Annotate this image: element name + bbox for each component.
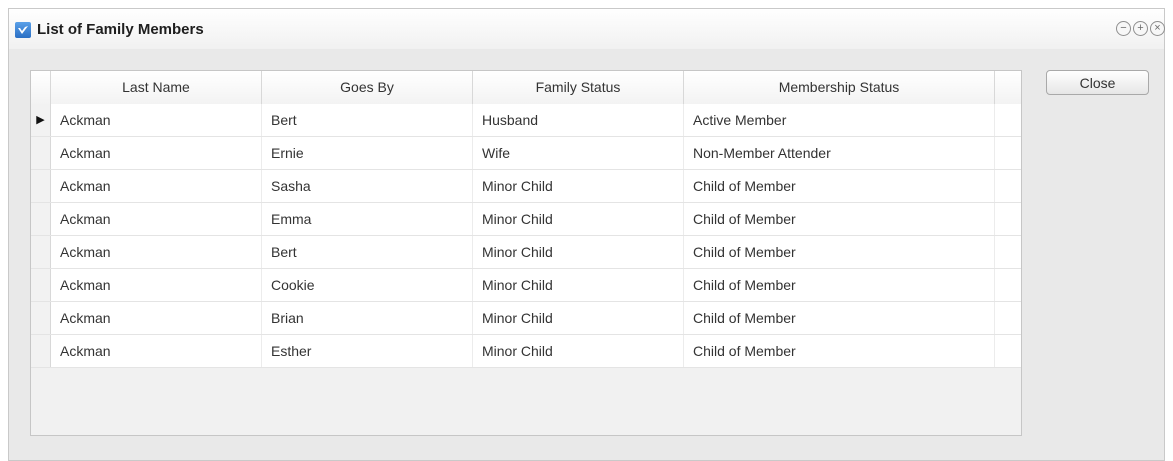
cell-family-status[interactable]: Minor Child: [473, 203, 684, 235]
cell-family-status[interactable]: Minor Child: [473, 170, 684, 202]
cell-family-status[interactable]: Minor Child: [473, 269, 684, 301]
cell-goes-by[interactable]: Bert: [262, 104, 473, 136]
column-header-membership-status[interactable]: Membership Status: [684, 71, 995, 104]
row-selector[interactable]: [31, 137, 51, 169]
table-row[interactable]: Ackman Bert Minor Child Child of Member: [31, 236, 1021, 269]
cell-membership-status[interactable]: Child of Member: [684, 236, 995, 268]
cell-last-name[interactable]: Ackman: [51, 203, 262, 235]
family-members-window: List of Family Members − + × Last Name G…: [8, 8, 1165, 461]
column-header-last-name[interactable]: Last Name: [51, 71, 262, 104]
cell-family-status[interactable]: Minor Child: [473, 302, 684, 334]
row-selector[interactable]: ▶: [31, 104, 51, 136]
cell-goes-by[interactable]: Emma: [262, 203, 473, 235]
cell-family-status[interactable]: Husband: [473, 104, 684, 136]
column-header-goes-by[interactable]: Goes By: [262, 71, 473, 104]
close-icon[interactable]: ×: [1150, 21, 1165, 36]
close-button[interactable]: Close: [1046, 70, 1149, 95]
cell-last-name[interactable]: Ackman: [51, 302, 262, 334]
window-title: List of Family Members: [37, 21, 204, 38]
row-selector[interactable]: [31, 269, 51, 301]
column-header-family-status[interactable]: Family Status: [473, 71, 684, 104]
cell-goes-by[interactable]: Sasha: [262, 170, 473, 202]
cell-membership-status[interactable]: Non-Member Attender: [684, 137, 995, 169]
cell-membership-status[interactable]: Child of Member: [684, 302, 995, 334]
current-row-pointer-icon: ▶: [36, 114, 45, 126]
cell-goes-by[interactable]: Esther: [262, 335, 473, 367]
cell-membership-status[interactable]: Child of Member: [684, 203, 995, 235]
row-selector[interactable]: [31, 302, 51, 334]
cell-goes-by[interactable]: Ernie: [262, 137, 473, 169]
row-selector[interactable]: [31, 170, 51, 202]
cell-membership-status[interactable]: Active Member: [684, 104, 995, 136]
table-row[interactable]: Ackman Brian Minor Child Child of Member: [31, 302, 1021, 335]
table-row[interactable]: Ackman Esther Minor Child Child of Member: [31, 335, 1021, 368]
row-selector[interactable]: [31, 203, 51, 235]
table-row[interactable]: ▶ Ackman Bert Husband Active Member: [31, 104, 1021, 137]
cell-last-name[interactable]: Ackman: [51, 137, 262, 169]
cell-membership-status[interactable]: Child of Member: [684, 269, 995, 301]
cell-last-name[interactable]: Ackman: [51, 104, 262, 136]
table-row[interactable]: Ackman Ernie Wife Non-Member Attender: [31, 137, 1021, 170]
cell-last-name[interactable]: Ackman: [51, 170, 262, 202]
maximize-icon[interactable]: +: [1133, 21, 1148, 36]
window-content: Last Name Goes By Family Status Membersh…: [9, 49, 1164, 460]
row-selector[interactable]: [31, 236, 51, 268]
family-app-icon: [15, 22, 31, 38]
cell-goes-by[interactable]: Bert: [262, 236, 473, 268]
cell-goes-by[interactable]: Brian: [262, 302, 473, 334]
cell-family-status[interactable]: Minor Child: [473, 335, 684, 367]
minimize-icon[interactable]: −: [1116, 21, 1131, 36]
cell-family-status[interactable]: Wife: [473, 137, 684, 169]
table-row[interactable]: Ackman Emma Minor Child Child of Member: [31, 203, 1021, 236]
table-row[interactable]: Ackman Sasha Minor Child Child of Member: [31, 170, 1021, 203]
table-row[interactable]: Ackman Cookie Minor Child Child of Member: [31, 269, 1021, 302]
cell-last-name[interactable]: Ackman: [51, 335, 262, 367]
cell-last-name[interactable]: Ackman: [51, 236, 262, 268]
row-selector[interactable]: [31, 335, 51, 367]
grid-header: Last Name Goes By Family Status Membersh…: [31, 71, 1021, 105]
cell-last-name[interactable]: Ackman: [51, 269, 262, 301]
cell-membership-status[interactable]: Child of Member: [684, 335, 995, 367]
cell-family-status[interactable]: Minor Child: [473, 236, 684, 268]
cell-goes-by[interactable]: Cookie: [262, 269, 473, 301]
family-members-grid[interactable]: Last Name Goes By Family Status Membersh…: [30, 70, 1022, 436]
row-header-corner: [31, 71, 51, 104]
title-bar[interactable]: List of Family Members − + ×: [9, 9, 1165, 49]
cell-membership-status[interactable]: Child of Member: [684, 170, 995, 202]
